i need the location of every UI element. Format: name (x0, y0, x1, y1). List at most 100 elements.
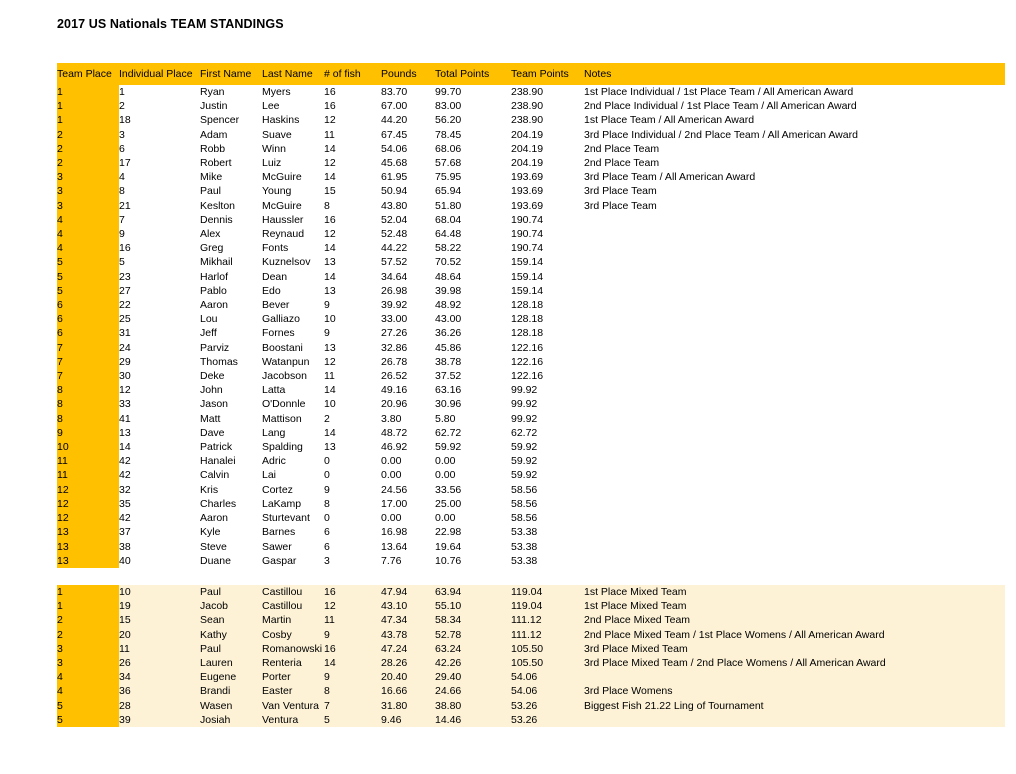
cell-pounds[interactable]: 34.64 (381, 270, 435, 284)
cell-last-name[interactable]: Barnes (262, 525, 324, 539)
cell-individual-place[interactable]: 19 (119, 599, 200, 614)
cell-first-name[interactable]: Kyle (200, 525, 262, 539)
cell-num-fish[interactable]: 10 (324, 397, 381, 411)
cell-total-points[interactable]: 24.66 (435, 684, 511, 699)
cell-last-name[interactable]: Galliazo (262, 312, 324, 326)
cell-team-points[interactable]: 193.69 (511, 184, 584, 198)
cell-pounds[interactable]: 0.00 (381, 468, 435, 482)
cell-num-fish[interactable]: 13 (324, 255, 381, 269)
cell-num-fish[interactable]: 9 (324, 627, 381, 642)
cell-last-name[interactable]: Fonts (262, 241, 324, 255)
cell-pounds[interactable]: 61.95 (381, 170, 435, 184)
cell-team-points[interactable]: 122.16 (511, 341, 584, 355)
cell-pounds[interactable]: 20.40 (381, 670, 435, 685)
cell-first-name[interactable]: Deke (200, 369, 262, 383)
cell-first-name[interactable]: Harlof (200, 270, 262, 284)
cell-team-place[interactable]: 1 (57, 85, 119, 100)
cell-notes[interactable] (584, 298, 1005, 312)
cell-last-name[interactable]: Sawer (262, 540, 324, 554)
table-row[interactable]: 1 2 Justin Lee 16 67.00 83.00 238.90 2nd Place I… (57, 99, 1005, 114)
cell-pounds[interactable]: 27.26 (381, 326, 435, 340)
cell-team-points[interactable]: 58.56 (511, 483, 584, 497)
cell-first-name[interactable]: Mike (200, 170, 262, 184)
column-header-individual-place[interactable]: Individual Place (119, 63, 200, 85)
cell-last-name[interactable]: Adric (262, 454, 324, 468)
cell-individual-place[interactable]: 34 (119, 670, 200, 685)
cell-last-name[interactable]: Lee (262, 99, 324, 113)
cell-first-name[interactable]: Dave (200, 426, 262, 440)
cell-total-points[interactable]: 38.80 (435, 698, 511, 713)
cell-pounds[interactable]: 43.78 (381, 627, 435, 642)
cell-num-fish[interactable]: 11 (324, 613, 381, 628)
cell-total-points[interactable]: 68.06 (435, 142, 511, 156)
cell-team-points[interactable]: 193.69 (511, 199, 584, 213)
table-row[interactable]: 5 28 Wasen Van Ventura 7 31.80 38.80 53.26 Bigge… (57, 698, 1005, 713)
cell-individual-place[interactable]: 31 (119, 326, 200, 340)
cell-notes[interactable]: 3rd Place Individual / 2nd Place Team / … (584, 128, 1005, 142)
cell-pounds[interactable]: 67.45 (381, 128, 435, 142)
cell-first-name[interactable]: Kris (200, 483, 262, 497)
cell-first-name[interactable]: Jacob (200, 599, 262, 614)
cell-individual-place[interactable]: 28 (119, 698, 200, 713)
cell-team-place[interactable]: 3 (57, 641, 119, 656)
cell-pounds[interactable]: 20.96 (381, 397, 435, 411)
table-row[interactable]: 5 39 Josiah Ventura 5 9.46 14.46 53.26 (57, 712, 1005, 727)
cell-total-points[interactable]: 22.98 (435, 525, 511, 539)
cell-team-points[interactable]: 238.90 (511, 85, 584, 99)
cell-last-name[interactable]: O'Donnle (262, 397, 324, 411)
cell-last-name[interactable]: Dean (262, 270, 324, 284)
cell-pounds[interactable]: 45.68 (381, 156, 435, 170)
cell-first-name[interactable]: Paul (200, 584, 262, 600)
cell-team-place[interactable]: 6 (57, 326, 119, 341)
cell-last-name[interactable]: Boostani (262, 341, 324, 355)
cell-notes[interactable]: 3rd Place Womens (584, 684, 1005, 699)
cell-pounds[interactable]: 52.48 (381, 227, 435, 241)
cell-individual-place[interactable]: 38 (119, 540, 200, 554)
cell-num-fish[interactable]: 11 (324, 128, 381, 142)
cell-team-place[interactable]: 1 (57, 113, 119, 128)
cell-last-name[interactable]: Kuznelsov (262, 255, 324, 269)
cell-num-fish[interactable]: 12 (324, 113, 381, 127)
cell-team-points[interactable]: 59.92 (511, 454, 584, 468)
cell-num-fish[interactable]: 14 (324, 270, 381, 284)
cell-last-name[interactable]: Jacobson (262, 369, 324, 383)
cell-pounds[interactable]: 26.78 (381, 355, 435, 369)
cell-team-place[interactable]: 5 (57, 712, 119, 727)
cell-first-name[interactable]: Matt (200, 412, 262, 426)
cell-individual-place[interactable]: 32 (119, 483, 200, 497)
cell-pounds[interactable]: 48.72 (381, 426, 435, 440)
cell-notes[interactable]: 3rd Place Team (584, 199, 1005, 213)
cell-num-fish[interactable]: 9 (324, 326, 381, 340)
cell-individual-place[interactable]: 4 (119, 170, 200, 184)
cell-num-fish[interactable]: 0 (324, 511, 381, 525)
table-row[interactable]: 6 31 Jeff Fornes 9 27.26 36.26 128.18 (57, 326, 1005, 341)
cell-individual-place[interactable]: 6 (119, 142, 200, 156)
cell-total-points[interactable]: 5.80 (435, 412, 511, 426)
table-row[interactable]: 12 42 Aaron Sturtevant 0 0.00 0.00 58.56 (57, 511, 1005, 526)
table-row[interactable]: 7 29 Thomas Watanpun 12 26.78 38.78 122.16 (57, 354, 1005, 370)
cell-num-fish[interactable]: 2 (324, 412, 381, 426)
cell-team-points[interactable]: 62.72 (511, 426, 584, 440)
cell-individual-place[interactable]: 7 (119, 213, 200, 227)
cell-team-place[interactable]: 2 (57, 156, 119, 171)
cell-total-points[interactable]: 36.26 (435, 326, 511, 340)
cell-last-name[interactable]: Luiz (262, 156, 324, 170)
table-row[interactable]: 7 24 Parviz Boostani 13 32.86 45.86 122.16 (57, 340, 1005, 355)
cell-individual-place[interactable]: 24 (119, 341, 200, 355)
cell-total-points[interactable]: 58.34 (435, 613, 511, 628)
column-header-total-points[interactable]: Total Points (435, 63, 511, 85)
cell-last-name[interactable]: Haskins (262, 113, 324, 127)
cell-team-place[interactable]: 7 (57, 369, 119, 384)
cell-individual-place[interactable]: 35 (119, 497, 200, 511)
cell-team-points[interactable]: 238.90 (511, 99, 584, 113)
cell-last-name[interactable]: Young (262, 184, 324, 198)
table-row[interactable]: 9 13 Dave Lang 14 48.72 62.72 62.72 (57, 425, 1005, 441)
cell-pounds[interactable]: 9.46 (381, 712, 435, 727)
cell-individual-place[interactable]: 16 (119, 241, 200, 255)
cell-individual-place[interactable]: 41 (119, 412, 200, 426)
table-row[interactable]: 11 42 Hanalei Adric 0 0.00 0.00 59.92 (57, 454, 1005, 469)
cell-total-points[interactable]: 75.95 (435, 170, 511, 184)
cell-total-points[interactable]: 0.00 (435, 468, 511, 482)
cell-last-name[interactable]: McGuire (262, 170, 324, 184)
cell-first-name[interactable]: Mikhail (200, 255, 262, 269)
